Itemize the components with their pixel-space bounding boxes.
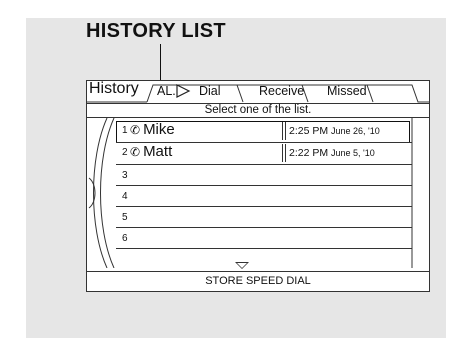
row-divider [116,185,412,186]
contact-name: Matt [143,143,173,160]
navigation-screen: History AL. Dial Receive Missed Select o… [86,80,430,292]
tab-strip: History AL. Dial Receive Missed [87,80,429,104]
store-speed-dial-button[interactable]: STORE SPEED DIAL [87,271,429,291]
history-row-1[interactable]: 1 ✆ Mike 2:25 PM June 26, '10 [116,121,412,141]
tab-missed[interactable]: Missed [327,84,367,98]
play-arrow-icon [175,83,191,104]
history-row-3[interactable]: 3 [116,166,412,186]
history-row-4[interactable]: 4 [116,187,412,207]
history-row-6[interactable]: 6 [116,229,412,249]
contact-name: Mike [143,121,175,138]
call-time: 2:25 PM [289,125,329,137]
row-divider [116,227,412,228]
history-list-callout: HISTORY LIST [86,20,226,42]
call-phone-icon: ✆ [130,145,141,159]
call-date: June 5, '10 [331,148,375,158]
instruction-text: Select one of the list. [87,103,429,118]
row-index: 3 [122,170,128,181]
call-date: June 26, '10 [331,126,380,136]
scroll-down-icon-fill [237,263,247,268]
column-divider [282,144,286,162]
row-divider [116,248,412,249]
row-index: 6 [122,233,128,244]
row-index: 4 [122,191,128,202]
column-divider [282,122,286,140]
tab-all[interactable]: AL. [157,84,176,98]
call-phone-icon: ✆ [130,123,141,137]
tab-dial[interactable]: Dial [199,84,221,98]
row-divider [116,164,412,165]
history-row-5[interactable]: 5 [116,208,412,228]
row-index: 1 [122,125,128,136]
history-row-2[interactable]: 2 ✆ Matt 2:22 PM June 5, '10 [116,143,412,163]
history-title: History [89,80,139,97]
row-index: 5 [122,212,128,223]
call-time: 2:22 PM [289,147,329,159]
tab-receive[interactable]: Receive [259,84,304,98]
row-divider [116,206,412,207]
row-index: 2 [122,147,128,158]
